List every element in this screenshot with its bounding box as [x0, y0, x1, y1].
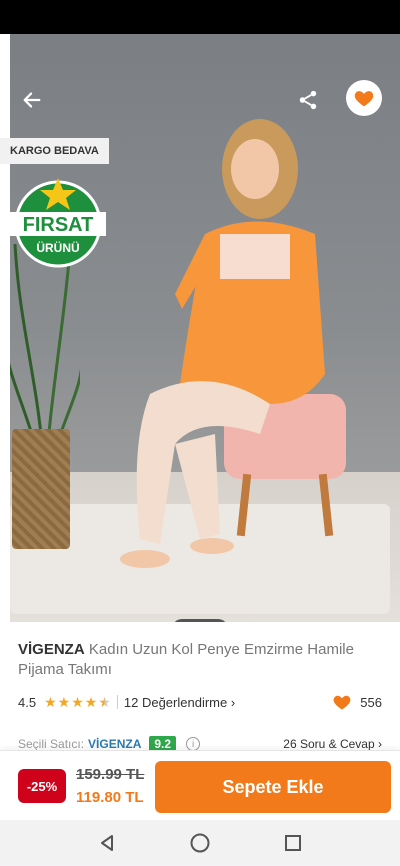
chevron-right-icon: › — [230, 694, 236, 710]
favorite-button[interactable] — [346, 80, 382, 116]
square-recents-icon — [285, 835, 302, 851]
qa-label: 26 Soru & Cevap — [283, 737, 375, 751]
nav-recents-button[interactable] — [278, 828, 308, 858]
half-star-icon: ★ — [98, 693, 111, 710]
rating-row: 4.5 ★ ★ ★ ★ ★ 12 Değerlendirme › 556 — [18, 692, 382, 712]
share-icon — [299, 90, 317, 110]
add-to-cart-button[interactable]: Sepete Ekle — [155, 761, 391, 813]
nav-home-button[interactable] — [185, 828, 215, 858]
brand-name[interactable]: VİGENZA — [18, 641, 85, 658]
free-shipping-badge: KARGO BEDAVA — [0, 138, 109, 164]
rating-stars: ★ ★ ★ ★ ★ — [44, 694, 111, 711]
product-image-gallery[interactable]: KARGO BEDAVA FIRSAT ÜRÜNÜ — [0, 34, 400, 622]
status-bar — [0, 0, 400, 34]
share-button[interactable] — [292, 84, 324, 116]
triangle-back-icon — [100, 835, 113, 851]
seller-name[interactable]: VİGENZA — [88, 737, 141, 751]
back-button[interactable] — [16, 84, 48, 116]
reviews-label: 12 Değerlendirme — [123, 694, 228, 710]
info-icon[interactable]: i — [186, 737, 201, 751]
opportunity-product-badge: FIRSAT ÜRÜNÜ — [10, 178, 106, 268]
product-title: VİGENZA Kadın Uzun Kol Penye Emzirme Ham… — [18, 640, 382, 680]
star-icon: ★ — [71, 693, 84, 710]
reviews-link[interactable]: 12 Değerlendirme › — [124, 695, 235, 710]
nav-back-button[interactable] — [92, 828, 122, 858]
circle-home-icon — [190, 833, 210, 853]
urunu-text: ÜRÜNÜ — [36, 240, 79, 255]
firsat-text: FIRSAT — [23, 214, 94, 236]
product-info: VİGENZA Kadın Uzun Kol Penye Emzirme Ham… — [0, 622, 400, 752]
seller-label: Seçili Satıcı: — [18, 737, 85, 751]
favorites-count: 556 — [332, 692, 382, 712]
new-price: 119.80 TL — [76, 789, 144, 806]
system-nav-bar — [0, 820, 400, 866]
image-edge — [0, 34, 10, 622]
heart-icon — [333, 695, 351, 710]
model-illustration — [120, 119, 325, 568]
arrow-left-icon — [23, 92, 41, 108]
chevron-right-icon: › — [378, 737, 382, 751]
favorites-value: 556 — [360, 694, 382, 710]
old-price: 159.99 TL — [76, 766, 145, 783]
woven-basket — [12, 429, 70, 549]
discount-badge: -25% — [18, 769, 66, 803]
purchase-bar: -25% 159.99 TL 119.80 TL Sepete Ekle — [0, 750, 400, 820]
qa-link[interactable]: 26 Soru & Cevap › — [283, 737, 382, 751]
rating-value: 4.5 — [18, 694, 37, 710]
star-icon: ★ — [44, 693, 57, 710]
divider — [116, 695, 118, 709]
star-icon: ★ — [57, 693, 71, 710]
heart-icon — [354, 91, 374, 107]
star-icon: ★ — [84, 693, 98, 710]
